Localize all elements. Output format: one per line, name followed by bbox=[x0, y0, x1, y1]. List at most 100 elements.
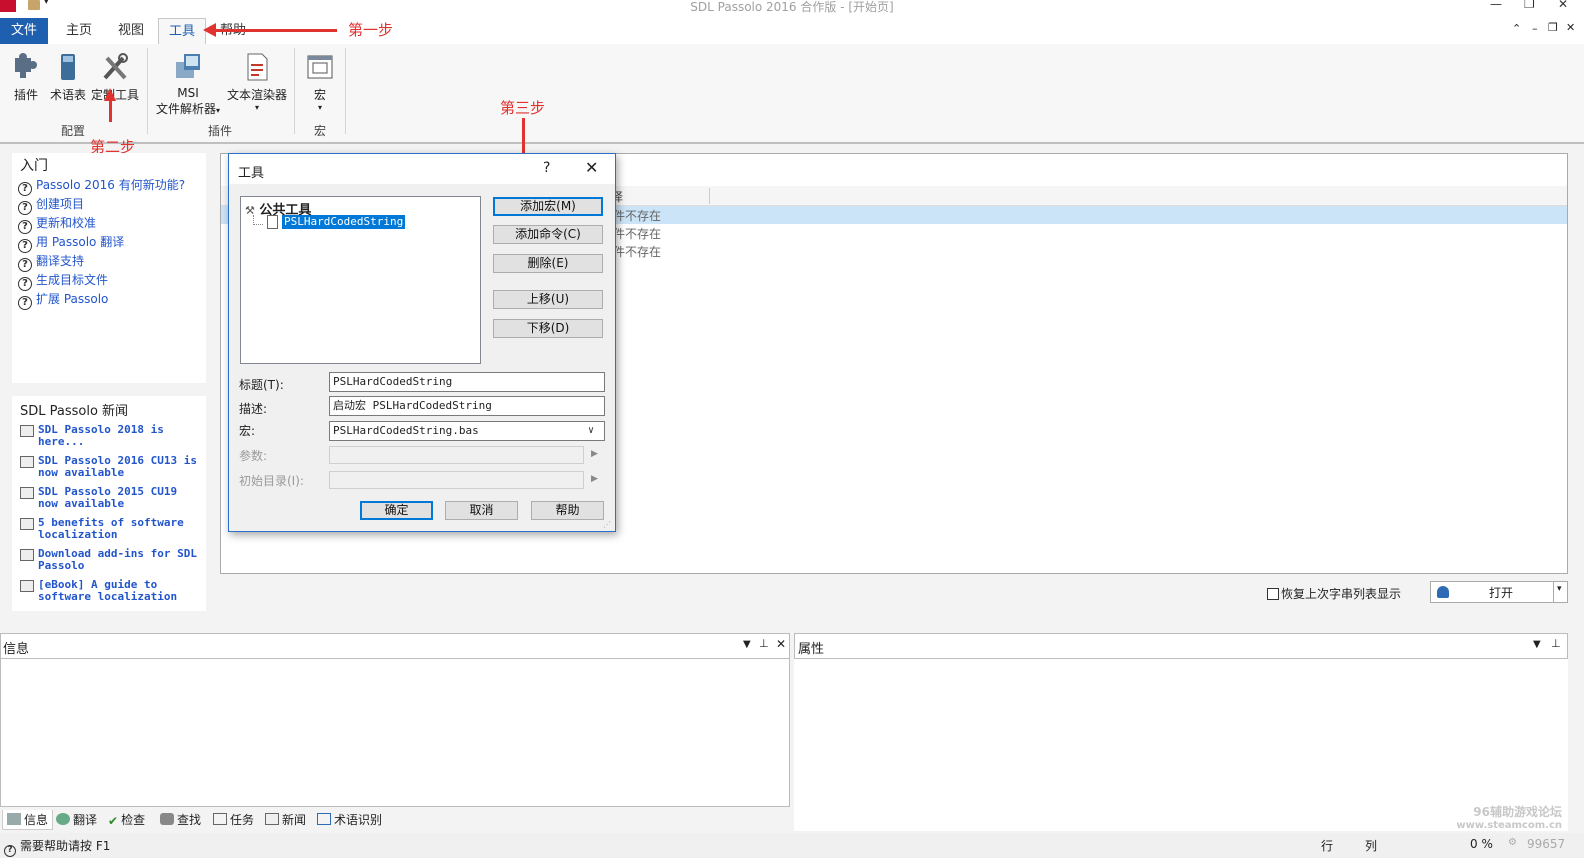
ribbon-close-icon[interactable]: ✕ bbox=[1566, 21, 1575, 34]
restore-list-label: 恢复上次字串列表显示 bbox=[1281, 587, 1402, 601]
description-label: 描述: bbox=[239, 402, 268, 416]
params-arrow-icon[interactable]: ▶ bbox=[591, 449, 598, 459]
link-create-project[interactable]: ? 创建项目 bbox=[18, 195, 185, 215]
tab-home[interactable]: 主页 bbox=[56, 18, 102, 44]
initdir-field[interactable] bbox=[329, 471, 584, 489]
link-whats-new[interactable]: ? Passolo 2016 有何新功能? bbox=[18, 176, 185, 196]
initdir-label: 初始目录(I): bbox=[239, 474, 304, 488]
book-open-icon bbox=[317, 813, 331, 825]
resize-grip-icon[interactable]: ⋰ bbox=[603, 520, 611, 529]
restore-icon[interactable]: ❐ bbox=[1524, 0, 1535, 11]
tab-view[interactable]: 视图 bbox=[108, 18, 154, 44]
step1-arrow bbox=[212, 29, 337, 32]
link-text: 翻译支持 bbox=[36, 254, 85, 268]
tab-info[interactable]: 信息 bbox=[2, 810, 54, 830]
params-label: 参数: bbox=[239, 449, 268, 463]
info-icon bbox=[7, 813, 21, 825]
open-button[interactable]: 打开 ▾ bbox=[1430, 581, 1568, 603]
help-button[interactable]: 帮助 bbox=[531, 501, 604, 520]
tools-tree[interactable]: ⚒ 公共工具 PSLHardCodedString bbox=[240, 196, 481, 364]
link-text: 更新和校准 bbox=[36, 216, 97, 230]
macro-select-value: PSLHardCodedString.bas bbox=[333, 424, 479, 437]
msi-parser-button[interactable]: MSI 文件解析器▾ bbox=[152, 52, 224, 117]
info-pane-title: 信息 bbox=[3, 642, 30, 657]
getting-started-title: 入门 bbox=[20, 158, 48, 174]
check-icon: ✔ bbox=[108, 814, 119, 828]
news-item[interactable]: [eBook] A guide to software localization bbox=[18, 579, 206, 610]
link-translation-support[interactable]: ? 翻译支持 bbox=[18, 252, 185, 272]
dialog-close-icon[interactable]: ✕ bbox=[585, 158, 598, 177]
macro-dropdown-icon: ▾ bbox=[317, 103, 322, 112]
tree-item-pslhardcodedstring[interactable]: PSLHardCodedString bbox=[282, 215, 406, 229]
newspaper-icon bbox=[20, 518, 34, 530]
news-item[interactable]: Download add-ins for SDL Passolo bbox=[18, 548, 206, 579]
macro-button[interactable]: 宏 ▾ bbox=[300, 52, 340, 112]
tab-find[interactable]: 查找 bbox=[160, 811, 201, 828]
row-status: 件不存在 bbox=[613, 245, 662, 259]
step1-annotation: 第一步 bbox=[348, 21, 394, 39]
macro-select[interactable]: PSLHardCodedString.bas ∨ bbox=[329, 421, 605, 441]
title-bar: ▾ SDL Passolo 2016 合作版 - [开始页] — ❐ ✕ bbox=[0, 0, 1584, 14]
text-renderer-label: 文本渲染器 bbox=[226, 88, 287, 102]
open-dropdown-icon[interactable]: ▾ bbox=[1557, 584, 1562, 594]
plugins-button[interactable]: 插件 bbox=[6, 52, 46, 103]
tab-label: 查找 bbox=[177, 813, 202, 827]
text-renderer-button[interactable]: 文本渲染器 ▾ bbox=[224, 52, 290, 112]
news-line: now available bbox=[38, 497, 125, 510]
tab-label: 术语识别 bbox=[334, 813, 383, 827]
link-translate[interactable]: ? 用 Passolo 翻译 bbox=[18, 233, 185, 253]
minimize-icon[interactable]: — bbox=[1490, 0, 1502, 11]
tab-tools[interactable]: 工具 bbox=[158, 18, 206, 45]
properties-pane-title: 属性 bbox=[798, 642, 825, 657]
pin-icon[interactable]: ⊥ bbox=[759, 637, 769, 650]
cancel-button[interactable]: 取消 bbox=[445, 501, 518, 520]
news-item[interactable]: SDL Passolo 2016 CU13 is now available bbox=[18, 455, 206, 486]
glossary-button[interactable]: 术语表 bbox=[48, 52, 88, 103]
watermark-line: 96辅助游戏论坛 bbox=[1473, 805, 1562, 819]
newspaper-icon bbox=[20, 580, 34, 592]
add-macro-button[interactable]: 添加宏(M) bbox=[493, 197, 603, 216]
ok-button[interactable]: 确定 bbox=[360, 501, 433, 520]
news-item[interactable]: SDL Passolo 2015 CU19 now available bbox=[18, 486, 206, 517]
pane-close-icon[interactable]: ✕ bbox=[776, 637, 786, 651]
add-command-button[interactable]: 添加命令(C) bbox=[493, 225, 603, 244]
tab-check[interactable]: ✔ 检查 bbox=[108, 811, 145, 828]
link-generate-target[interactable]: ? 生成目标文件 bbox=[18, 271, 185, 291]
dialog-help-icon[interactable]: ? bbox=[543, 160, 550, 176]
link-text: 创建项目 bbox=[36, 197, 85, 211]
pane-menu-icon[interactable]: ▼ bbox=[1533, 639, 1541, 650]
link-extend[interactable]: ? 扩展 Passolo bbox=[18, 290, 185, 310]
row-status: 件不存在 bbox=[613, 227, 662, 241]
status-count: 99657 bbox=[1527, 837, 1566, 851]
params-field[interactable] bbox=[329, 446, 584, 464]
macro-window-icon bbox=[307, 55, 333, 79]
news-item[interactable]: 5 benefits of software localization bbox=[18, 517, 206, 548]
watermark-line: www.steamcom.cn bbox=[1456, 820, 1562, 831]
close-window-icon[interactable]: ✕ bbox=[1558, 0, 1568, 11]
pin-icon[interactable]: ⊥ bbox=[1551, 637, 1561, 650]
tab-file[interactable]: 文件 bbox=[0, 18, 48, 44]
link-update-align[interactable]: ? 更新和校准 bbox=[18, 214, 185, 234]
move-down-button[interactable]: 下移(D) bbox=[493, 319, 603, 338]
pane-menu-icon[interactable]: ▼ bbox=[743, 639, 751, 650]
news-list: SDL Passolo 2018 is here... SDL Passolo 2… bbox=[18, 424, 206, 610]
news-line: Passolo bbox=[38, 559, 85, 572]
tab-label: 翻译 bbox=[73, 813, 98, 827]
tab-tasks[interactable]: 任务 bbox=[213, 811, 254, 828]
title-field[interactable]: PSLHardCodedString bbox=[329, 372, 605, 392]
news-item[interactable]: SDL Passolo 2018 is here... bbox=[18, 424, 206, 455]
collapse-ribbon-icon[interactable]: ⌃ bbox=[1512, 22, 1521, 35]
tab-term-recognition[interactable]: 术语识别 bbox=[317, 811, 382, 828]
restore-list-checkbox[interactable]: 恢复上次字串列表显示 bbox=[1267, 585, 1401, 602]
tools-dialog: 工具 ? ✕ ⚒ 公共工具 PSLHardCodedString 添加宏(M) … bbox=[228, 153, 616, 532]
initdir-arrow-icon[interactable]: ▶ bbox=[591, 474, 598, 484]
move-up-button[interactable]: 上移(U) bbox=[493, 290, 603, 309]
window-title: SDL Passolo 2016 合作版 - [开始页] bbox=[690, 0, 894, 14]
delete-button[interactable]: 删除(E) bbox=[493, 254, 603, 273]
ribbon-restore-icon[interactable]: ❐ bbox=[1548, 21, 1558, 34]
tab-translate[interactable]: 翻译 bbox=[56, 811, 97, 828]
description-field[interactable]: 启动宏 PSLHardCodedString bbox=[329, 396, 605, 416]
ribbon-minimize-icon[interactable]: – bbox=[1532, 22, 1538, 35]
checkbox-box[interactable] bbox=[1267, 588, 1279, 600]
tab-news[interactable]: 新闻 bbox=[265, 811, 306, 828]
